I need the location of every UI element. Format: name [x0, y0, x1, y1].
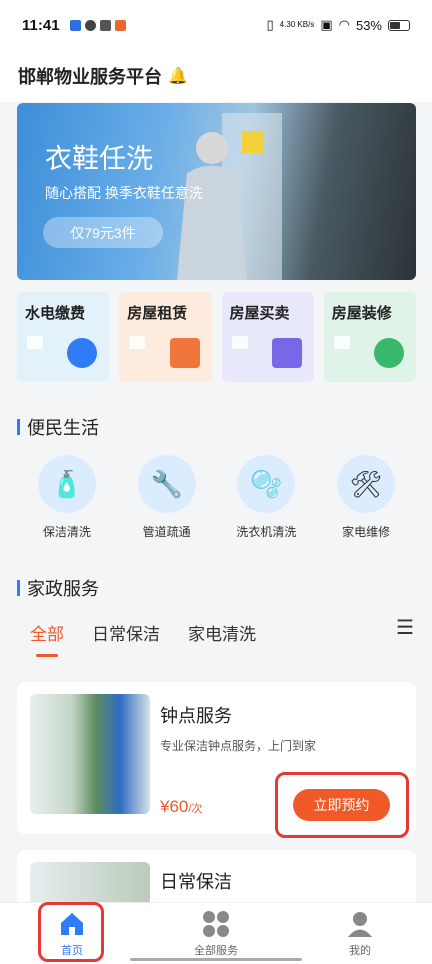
- house-trade-icon: [271, 338, 302, 368]
- nav-all-services[interactable]: 全部服务: [144, 903, 288, 964]
- price-unit: /次: [188, 803, 203, 815]
- decoration-icon: [374, 338, 404, 368]
- quick-card-house-trade[interactable]: 房屋买卖: [221, 292, 314, 382]
- nav-label: 全部服务: [194, 944, 238, 957]
- sim-icon: ▣: [320, 17, 333, 32]
- water-electric-icon: [67, 338, 98, 368]
- section-title-housekeeping: 家政服务: [17, 575, 99, 601]
- book-now-button[interactable]: 立即预约: [293, 789, 390, 821]
- quick-card-label: 水电缴费: [25, 305, 86, 322]
- play-icon: [231, 336, 248, 349]
- notification-icon: [69, 19, 81, 31]
- vibrate-icon: ▯: [266, 17, 274, 32]
- service-description: 专业保洁钟点服务，上门到家: [160, 739, 317, 753]
- convenience-label: 管道疏通: [142, 525, 191, 539]
- convenience-item-pipe[interactable]: 🔧 管道疏通: [122, 455, 212, 540]
- banner-price-pill[interactable]: 仅79元3件: [43, 217, 163, 248]
- service-title: 日常保洁: [160, 872, 232, 892]
- repair-tools-icon: 🛠: [337, 455, 396, 513]
- play-icon: [333, 336, 350, 349]
- net-speed: 4.30 KB/s: [279, 20, 315, 29]
- home-page: 邯郸物业服务平台 🔔 衣鞋任洗 随心搭配 换季衣鞋任意洗 仅79元3件 水电缴费…: [0, 50, 432, 902]
- app-notification-icon: [114, 19, 126, 31]
- convenience-label: 保洁清洗: [42, 525, 91, 539]
- service-thumbnail: [30, 862, 150, 902]
- wifi-icon: ◠: [338, 17, 350, 32]
- tab-all[interactable]: 全部: [30, 620, 64, 657]
- service-card-daily[interactable]: 日常保洁: [17, 850, 416, 902]
- tab-appliance-cleaning[interactable]: 家电清洗: [188, 620, 256, 645]
- status-bar: 11:41 ▯ 4.30 KB/s ▣ ◠ 53%: [0, 0, 432, 50]
- convenience-item-repair[interactable]: 🛠 家电维修: [321, 455, 411, 540]
- section-title-convenience: 便民生活: [17, 414, 99, 440]
- page-title: 邯郸物业服务平台: [18, 67, 162, 87]
- nav-label: 首页: [61, 944, 83, 957]
- app-notification-icon: [84, 19, 96, 31]
- convenience-label: 家电维修: [342, 525, 391, 539]
- price-value: ¥60: [160, 797, 189, 816]
- service-card-hourly[interactable]: 钟点服务 专业保洁钟点服务，上门到家 ¥60/次 立即预约: [17, 682, 416, 834]
- quick-card-house-rent[interactable]: 房屋租赁: [119, 292, 212, 382]
- pipe-icon: 🔧: [137, 455, 196, 513]
- play-icon: [129, 336, 146, 349]
- promo-banner[interactable]: 衣鞋任洗 随心搭配 换季衣鞋任意洗 仅79元3件: [17, 103, 416, 280]
- convenience-item-cleaning[interactable]: 🧴 保洁清洗: [22, 455, 112, 540]
- menu-icon[interactable]: ☰: [396, 615, 414, 640]
- service-thumbnail: [30, 694, 150, 814]
- quick-card-label: 房屋买卖: [229, 305, 290, 322]
- service-tabs: 全部 日常保洁 家电清洗: [30, 612, 410, 657]
- home-indicator: [130, 958, 302, 961]
- status-time: 11:41: [22, 16, 60, 34]
- convenience-grid: 🧴 保洁清洗 🔧 管道疏通 🫧 洗衣机清洗 🛠 家电维修: [17, 455, 416, 540]
- banner-title: 衣鞋任洗: [45, 144, 153, 174]
- nav-mine[interactable]: 我的: [288, 903, 432, 964]
- home-icon: [61, 912, 83, 935]
- quick-service-cards: 水电缴费 房屋租赁 房屋买卖 房屋装修: [17, 292, 416, 382]
- service-title: 钟点服务: [160, 706, 232, 726]
- bell-icon[interactable]: 🔔: [168, 66, 188, 86]
- quick-card-label: 房屋装修: [331, 305, 392, 322]
- grid-icon: [203, 910, 229, 937]
- convenience-label: 洗衣机清洗: [236, 525, 297, 539]
- service-price: ¥60/次: [160, 797, 202, 817]
- house-rent-icon: [169, 338, 200, 368]
- battery-text: 53%: [355, 17, 382, 33]
- play-icon: [27, 336, 43, 349]
- cleaning-icon: 🧴: [37, 455, 96, 513]
- banner-subtitle: 随心搭配 换季衣鞋任意洗: [45, 185, 203, 201]
- bottom-nav: 首页 全部服务 我的: [0, 902, 432, 964]
- convenience-item-washing-machine[interactable]: 🫧 洗衣机清洗: [221, 455, 311, 540]
- washing-machine-icon: 🫧: [237, 455, 296, 513]
- quick-card-water-electric[interactable]: 水电缴费: [17, 292, 110, 382]
- app-notification-icon: [99, 19, 111, 31]
- quick-card-label: 房屋租赁: [127, 305, 188, 322]
- tab-daily-cleaning[interactable]: 日常保洁: [92, 620, 160, 645]
- battery-icon: [388, 19, 410, 31]
- page-header: 邯郸物业服务平台 🔔: [0, 50, 432, 102]
- quick-card-decoration[interactable]: 房屋装修: [323, 292, 416, 382]
- nav-home[interactable]: 首页: [0, 903, 144, 964]
- nav-label: 我的: [349, 944, 371, 957]
- user-icon: [348, 911, 372, 937]
